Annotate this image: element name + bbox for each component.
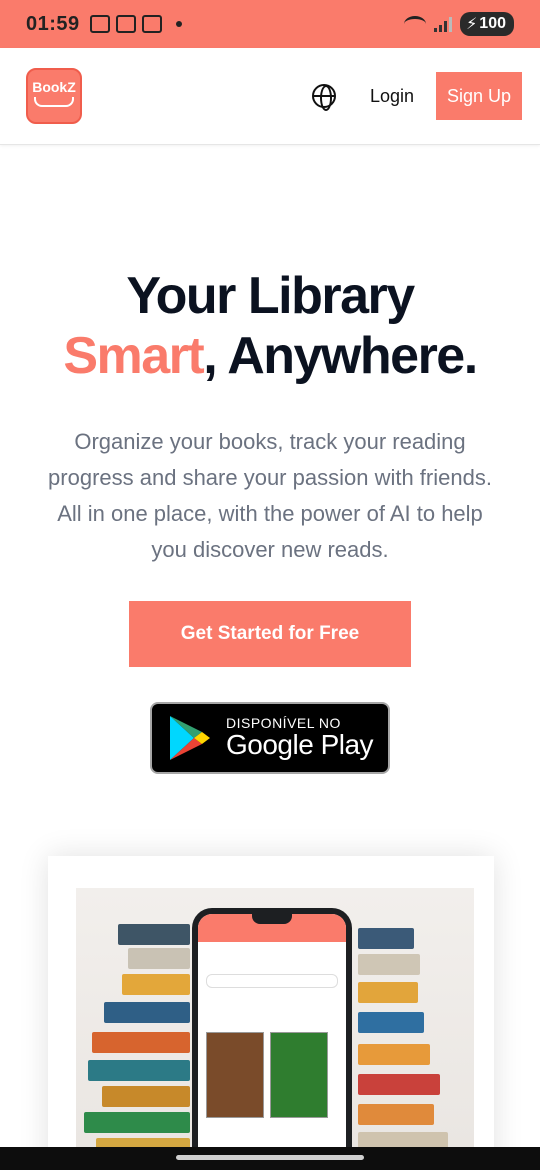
hero-title-accent: Smart bbox=[63, 327, 204, 385]
book-spine bbox=[358, 1104, 434, 1125]
status-notification-icons bbox=[89, 15, 182, 33]
app-preview-card bbox=[48, 856, 494, 1170]
book-spine bbox=[358, 954, 420, 975]
hero-title-rest: , Anywhere. bbox=[203, 327, 478, 385]
book-spine bbox=[358, 1074, 440, 1095]
hero-title: Your Library Smart, Anywhere. bbox=[0, 266, 540, 386]
header-actions: Login Sign Up bbox=[311, 72, 522, 120]
logo-text: BookZ bbox=[32, 79, 76, 95]
signal-icon bbox=[434, 16, 453, 32]
language-globe-icon[interactable] bbox=[311, 84, 336, 111]
app-preview-image bbox=[76, 888, 474, 1170]
battery-level: 100 bbox=[479, 15, 506, 32]
login-link[interactable]: Login bbox=[370, 86, 414, 107]
status-system-icons: ⚡ 100 bbox=[404, 12, 514, 36]
book-spine bbox=[84, 1112, 190, 1133]
open-book-icon bbox=[34, 97, 74, 107]
phone-notch bbox=[252, 914, 292, 924]
book-spine bbox=[128, 948, 190, 969]
get-started-button[interactable]: Get Started for Free bbox=[129, 601, 411, 667]
book-spine bbox=[358, 928, 414, 949]
book-cover-thumbnail bbox=[206, 1032, 264, 1118]
book-spine bbox=[104, 1002, 190, 1023]
google-play-text: DISPONÍVEL NO Google Play bbox=[226, 715, 374, 761]
book-spine bbox=[118, 924, 190, 945]
book-spine bbox=[122, 974, 190, 995]
book-spine bbox=[92, 1032, 190, 1053]
phone-search-bar bbox=[206, 974, 338, 988]
hero-title-line1: Your Library bbox=[126, 267, 415, 325]
more-notifications-dot-icon bbox=[175, 21, 182, 27]
screenshot-icon bbox=[89, 15, 110, 33]
battery-charging-icon: ⚡ bbox=[466, 16, 478, 33]
shopping-bag-icon bbox=[141, 15, 162, 33]
book-spine bbox=[102, 1086, 190, 1107]
system-navigation-bar bbox=[0, 1147, 540, 1170]
status-bar: 01:59 ⚡ 100 bbox=[0, 0, 540, 48]
hero-description: Organize your books, track your reading … bbox=[48, 429, 492, 562]
book-spine bbox=[358, 1044, 430, 1065]
app-notification-icon bbox=[115, 15, 136, 33]
home-indicator[interactable] bbox=[176, 1155, 364, 1160]
site-header: BookZ Login Sign Up bbox=[0, 48, 540, 145]
battery-indicator: ⚡ 100 bbox=[460, 12, 514, 36]
book-spine bbox=[358, 982, 418, 1003]
wifi-icon bbox=[404, 16, 427, 32]
bookz-logo[interactable]: BookZ bbox=[26, 68, 82, 124]
google-play-badge[interactable]: DISPONÍVEL NO Google Play bbox=[150, 702, 390, 774]
status-time: 01:59 bbox=[26, 12, 80, 35]
book-cover-thumbnail bbox=[270, 1032, 328, 1118]
book-spine bbox=[88, 1060, 190, 1081]
phone-screen bbox=[198, 914, 346, 1170]
google-play-bottom-text: Google Play bbox=[226, 729, 374, 760]
signup-button[interactable]: Sign Up bbox=[436, 72, 522, 120]
phone-mockup bbox=[192, 908, 352, 1170]
book-spine bbox=[358, 1012, 424, 1033]
google-play-icon bbox=[170, 716, 210, 760]
